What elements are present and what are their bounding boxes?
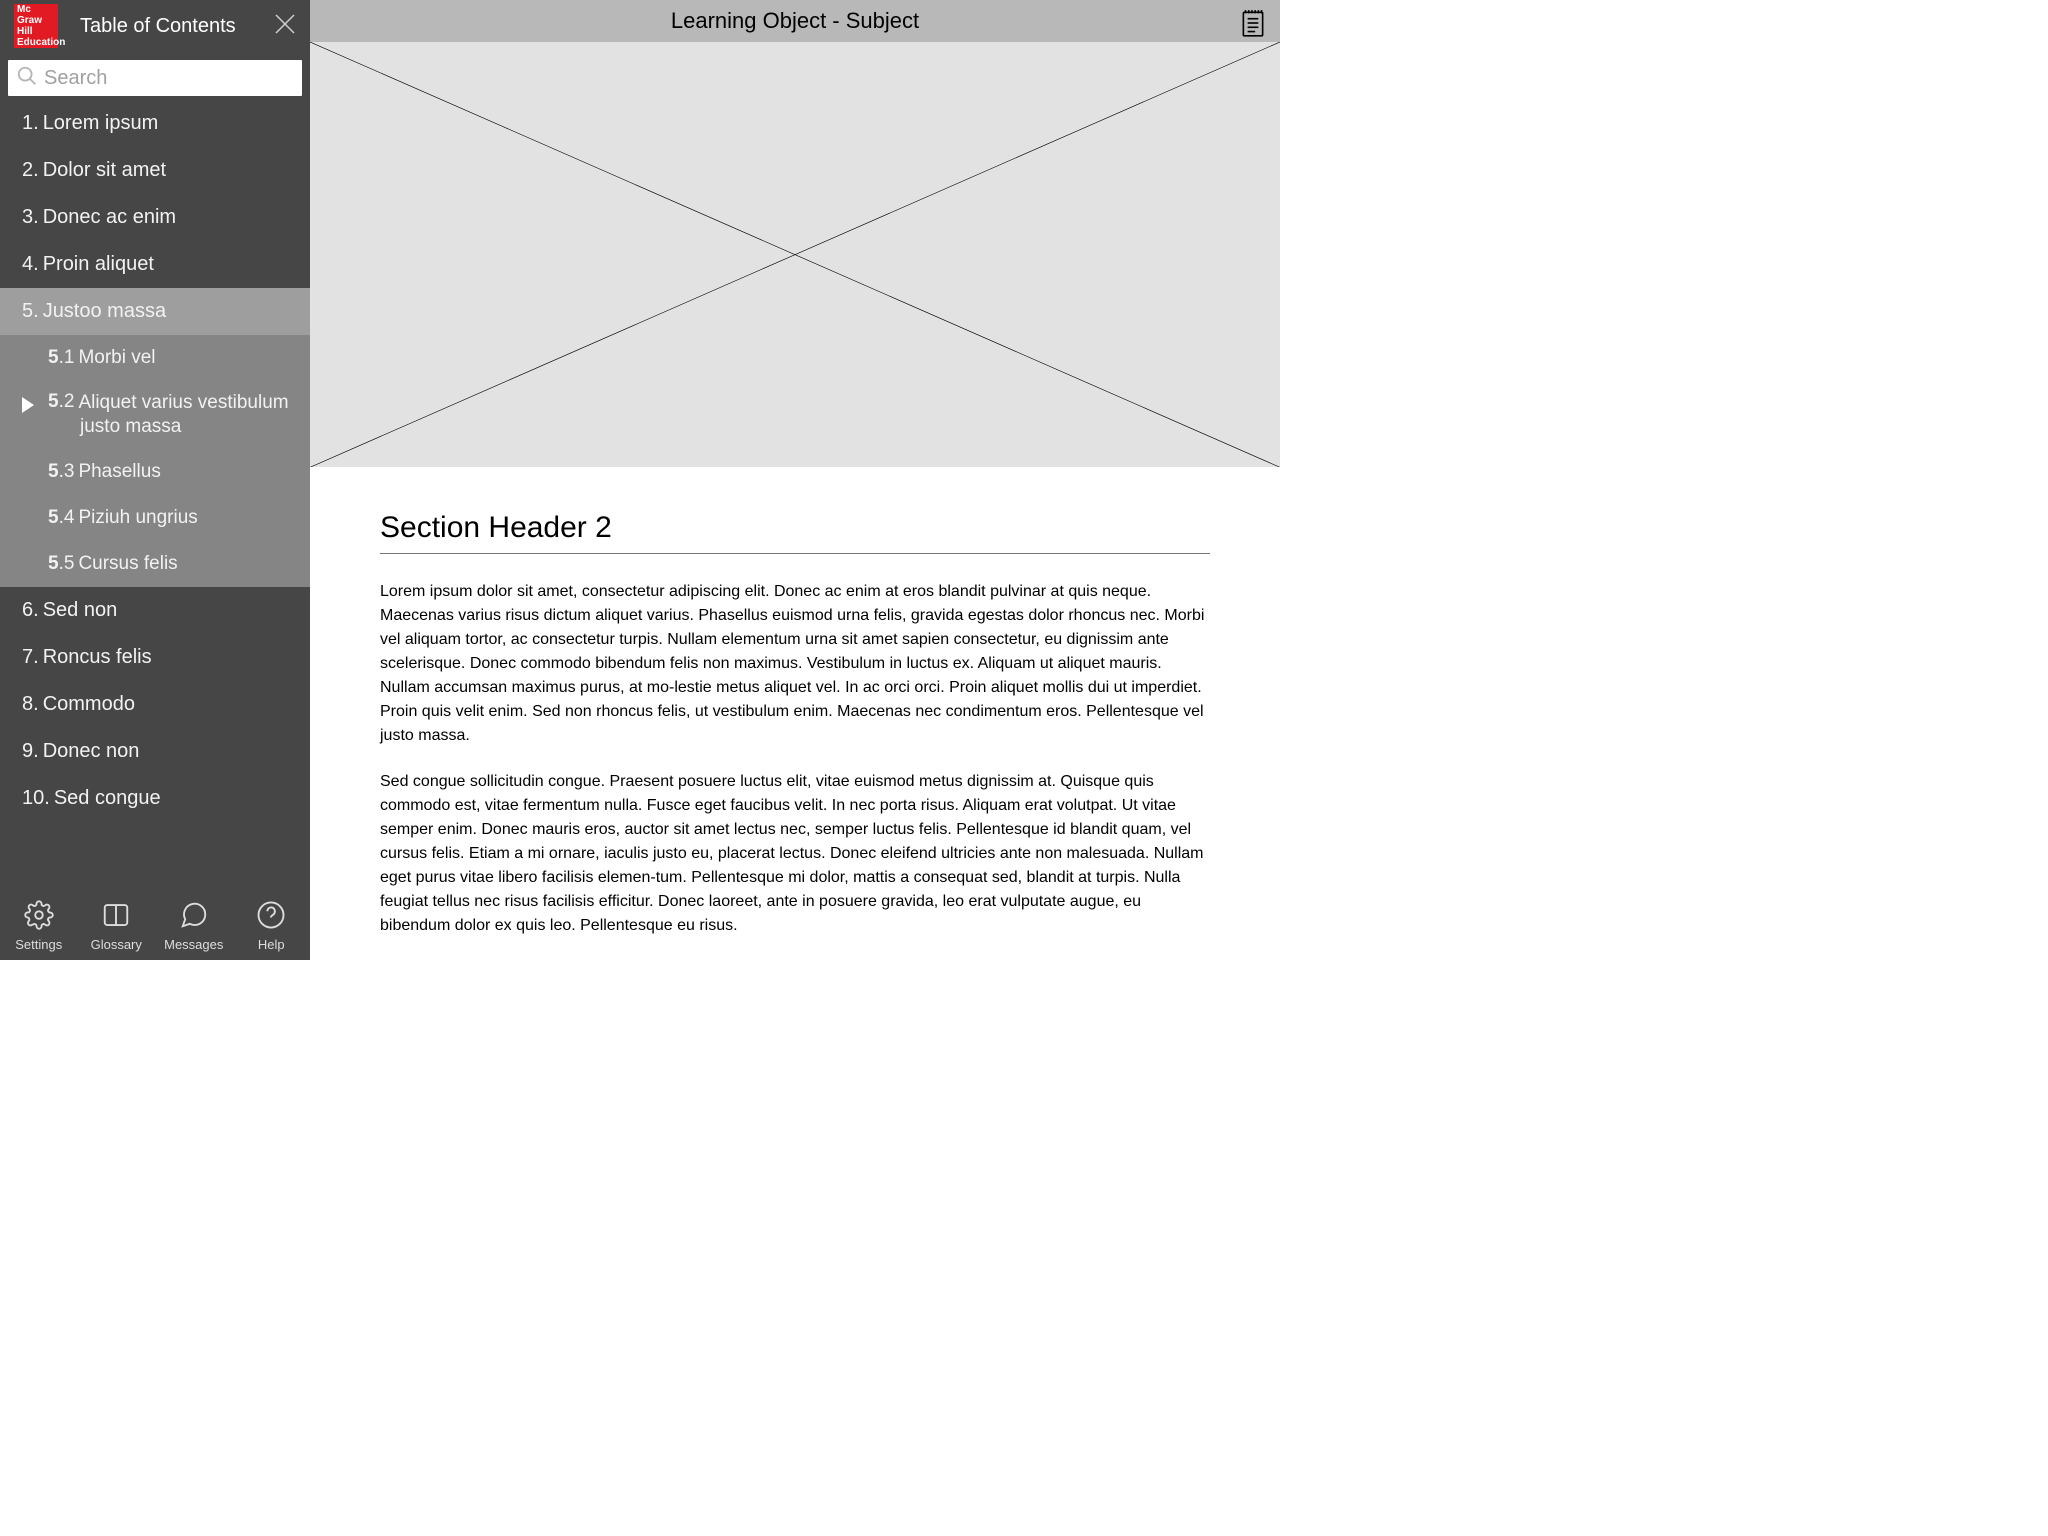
brand-logo: Mc Graw Hill Education (14, 4, 58, 48)
glossary-label: Glossary (91, 937, 142, 952)
table-of-contents: 1. Lorem ipsum 2. Dolor sit amet 3. Done… (0, 100, 310, 888)
toc-subitem[interactable]: 5.5Cursus felis (0, 541, 310, 587)
sidebar-title: Table of Contents (80, 15, 274, 38)
hero-image-placeholder (310, 42, 1280, 467)
settings-button[interactable]: Settings (0, 900, 78, 952)
bottom-bar: Settings Glossary Messages Help (0, 888, 310, 960)
body-text: Lorem ipsum dolor sit amet, consectetur … (380, 580, 1210, 938)
close-icon[interactable] (274, 13, 296, 40)
chat-icon (179, 900, 209, 933)
glossary-button[interactable]: Glossary (78, 900, 156, 952)
toc-item[interactable]: 10. Sed congue (0, 775, 310, 822)
paragraph: Lorem ipsum dolor sit amet, consectetur … (380, 580, 1210, 748)
toc-item[interactable]: 9. Donec non (0, 728, 310, 775)
sidebar-header: Mc Graw Hill Education Table of Contents (0, 0, 310, 52)
help-icon (256, 900, 286, 933)
messages-button[interactable]: Messages (155, 900, 233, 952)
messages-label: Messages (164, 937, 223, 952)
toc-item[interactable]: 4. Proin aliquet (0, 241, 310, 288)
toc-item[interactable]: 3. Donec ac enim (0, 194, 310, 241)
sidebar: Mc Graw Hill Education Table of Contents… (0, 0, 310, 960)
toc-subitem[interactable]: 5.1Morbi vel (0, 335, 310, 381)
search-icon (16, 65, 38, 92)
toc-item[interactable]: 1. Lorem ipsum (0, 100, 310, 147)
toc-item[interactable]: 7. Roncus felis (0, 634, 310, 681)
notes-icon[interactable] (1240, 8, 1266, 43)
toc-item-active[interactable]: 5. Justoo massa (0, 288, 310, 335)
main-area: Learning Object - Subject Section Header… (310, 0, 1280, 960)
paragraph: Sed congue sollicitudin congue. Praesent… (380, 770, 1210, 938)
top-bar: Learning Object - Subject (310, 0, 1280, 42)
help-button[interactable]: Help (233, 900, 311, 952)
gear-icon (24, 900, 54, 933)
toc-item[interactable]: 2. Dolor sit amet (0, 147, 310, 194)
toc-subitem[interactable]: 5.3Phasellus (0, 449, 310, 495)
search-input-wrap[interactable] (8, 60, 302, 96)
content-area: Section Header 2 Lorem ipsum dolor sit a… (310, 467, 1280, 960)
toc-subitem-current[interactable]: 5.2 Aliquet varius vestibulumjusto massa (0, 381, 310, 449)
toc-subitem[interactable]: 5.4Piziuh ungrius (0, 495, 310, 541)
settings-label: Settings (15, 937, 62, 952)
toc-item[interactable]: 8. Commodo (0, 681, 310, 728)
book-icon (101, 900, 131, 933)
section-header: Section Header 2 (380, 511, 1210, 554)
search-input[interactable] (44, 67, 309, 90)
page-title: Learning Object - Subject (671, 8, 919, 34)
help-label: Help (258, 937, 285, 952)
toc-item[interactable]: 6. Sed non (0, 587, 310, 634)
